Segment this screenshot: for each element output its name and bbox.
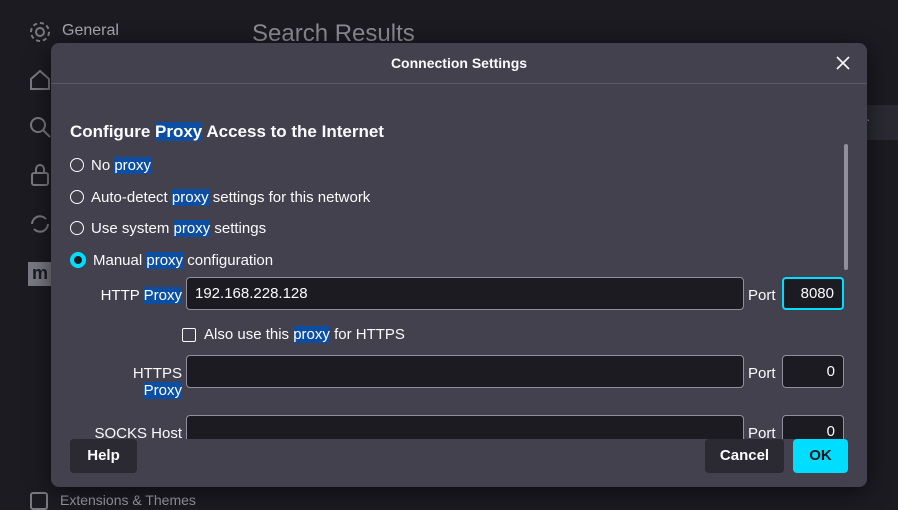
dialog-title: Connection Settings: [390, 55, 528, 71]
section-heading: Configure Proxy Access to the Internet: [70, 122, 384, 141]
http-port-label: Port: [748, 287, 776, 304]
ok-button[interactable]: OK: [793, 439, 848, 473]
http-proxy-input[interactable]: 192.168.228.128: [186, 277, 744, 310]
also-use-https-checkbox-row[interactable]: Also use this proxy for HTTPS: [182, 326, 405, 343]
http-proxy-label: HTTP Proxy: [100, 287, 182, 304]
help-button[interactable]: Help: [70, 439, 137, 473]
home-icon: [30, 69, 50, 90]
dialog-content: Configure Proxy Access to the Internet N…: [51, 84, 867, 439]
socks-host-input[interactable]: [186, 415, 744, 439]
sidebar-item-general: General: [62, 22, 119, 39]
radio-no-proxy[interactable]: No proxy: [70, 155, 152, 175]
radio-button[interactable]: [70, 221, 84, 235]
puzzle-icon: [30, 492, 48, 510]
radio-button[interactable]: [70, 190, 84, 204]
https-proxy-label: HTTPS Proxy: [132, 365, 182, 399]
connection-settings-dialog: Connection Settings Configure Proxy Acce…: [51, 43, 867, 487]
dialog-footer: Help Cancel OK: [51, 439, 867, 487]
radio-button[interactable]: [70, 158, 84, 172]
gear-icon: [30, 22, 50, 42]
search-icon: [30, 117, 51, 138]
radio-system-proxy[interactable]: Use system proxy settings: [70, 218, 266, 238]
socks-port-label: Port: [748, 425, 776, 439]
socks-host-label: SOCKS Host: [94, 425, 182, 439]
radio-button-checked[interactable]: [70, 252, 86, 268]
https-port-label: Port: [748, 365, 776, 382]
dialog-titlebar: Connection Settings: [51, 43, 867, 84]
checkbox[interactable]: [182, 327, 196, 342]
cancel-button[interactable]: Cancel: [705, 439, 784, 473]
sync-icon: [31, 215, 49, 233]
mozilla-icon: m: [28, 262, 52, 286]
https-port-input[interactable]: 0: [782, 355, 844, 388]
close-icon[interactable]: [835, 55, 851, 71]
lock-icon: [31, 164, 49, 186]
radio-manual-proxy[interactable]: Manual proxy configuration: [70, 250, 273, 270]
radio-auto-detect[interactable]: Auto-detect proxy settings for this netw…: [70, 187, 370, 207]
scrollbar[interactable]: [844, 144, 848, 270]
http-port-input[interactable]: 8080: [782, 277, 844, 310]
socks-port-input[interactable]: 0: [782, 415, 844, 439]
sidebar-item-extensions: Extensions & Themes: [30, 492, 196, 510]
background-strip: ·: [866, 105, 898, 140]
https-proxy-input[interactable]: [186, 355, 744, 388]
